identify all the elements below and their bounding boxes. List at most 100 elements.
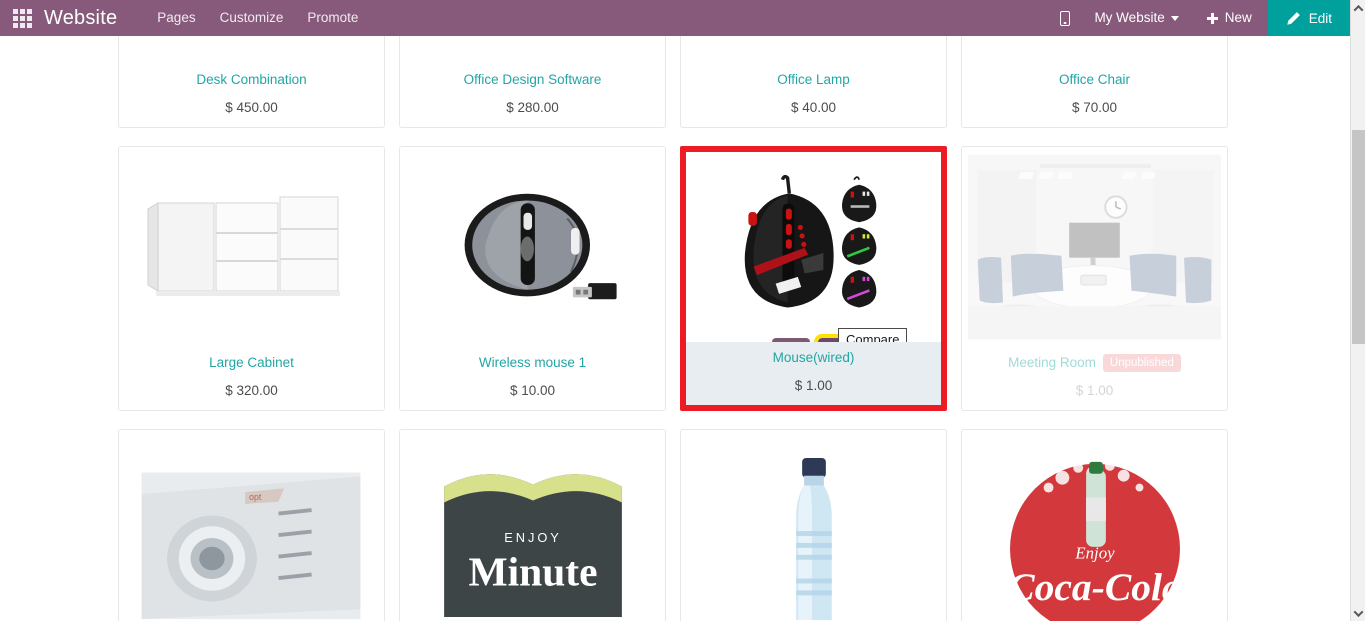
gaming-mouse-image (715, 174, 912, 320)
edit-button[interactable]: Edit (1267, 0, 1350, 36)
large-cabinet-image (141, 167, 362, 327)
product-card[interactable]: Office Chair $ 70.00 (961, 36, 1228, 128)
status-badge: Unpublished (1102, 354, 1181, 372)
chevron-down-icon (1353, 606, 1364, 617)
product-card[interactable]: ENJOY Minute Minute Maid (399, 429, 666, 621)
product-price: $ 1.00 (1075, 383, 1114, 398)
website-page-body: Desk Combination $ 450.00 Z+ Of (0, 36, 1350, 621)
svg-text:ENJOY: ENJOY (504, 529, 562, 544)
product-name[interactable]: Office Design Software (464, 70, 602, 90)
scroll-down-button[interactable] (1351, 605, 1365, 621)
product-name-text: Office Design Software (463, 72, 602, 87)
product-card[interactable]: Office Lamp $ 40.00 (680, 36, 947, 128)
product-name[interactable]: Office Chair (1059, 70, 1130, 90)
desk-combination-image (151, 36, 352, 39)
product-name[interactable]: Large Cabinet (209, 353, 294, 373)
product-name-text: Meeting Room (1008, 355, 1096, 370)
product-name-text: Office Chair (1058, 72, 1131, 87)
top-navbar: Website Pages Customize Promote My Websi… (0, 0, 1350, 36)
office-design-software-image: Z+ (432, 36, 633, 39)
product-price: $ 1.00 (794, 378, 833, 393)
scrollbar-thumb[interactable] (1352, 130, 1365, 344)
product-price: $ 280.00 (506, 100, 559, 115)
svg-text:Enjoy: Enjoy (1074, 543, 1115, 562)
office-lamp-image (713, 36, 914, 39)
compare-tooltip: Compare (838, 328, 908, 342)
product-card-highlighted[interactable]: Compare Mouse(wired) $ 1.00 (680, 146, 947, 411)
product-image-wrap (681, 430, 946, 621)
product-name-text: Large Cabinet (209, 355, 294, 370)
product-name[interactable]: Meeting Room Unpublished (1008, 353, 1181, 373)
product-card-footer: Large Cabinet $ 320.00 (119, 347, 384, 410)
product-card[interactable]: Wireless mouse 1 $ 10.00 (399, 146, 666, 411)
product-image-wrap (400, 147, 665, 347)
product-image-wrap: Compare (686, 152, 941, 342)
site-selector-dropdown[interactable]: My Website (1082, 0, 1190, 36)
water-bottle-image (714, 453, 913, 621)
product-price: $ 320.00 (225, 383, 278, 398)
product-card[interactable]: opt Projector (118, 429, 385, 621)
navbar-right-group: My Website New Edit (1048, 0, 1350, 36)
product-name-text: Office Lamp (777, 72, 850, 87)
svg-text:Minute: Minute (468, 548, 597, 594)
product-name-text: Mouse(wired) (772, 350, 855, 365)
mobile-preview-icon[interactable] (1048, 0, 1082, 36)
new-button-label: New (1224, 10, 1252, 25)
product-image-wrap: ENJOY Minute (400, 430, 665, 621)
office-chair-image (994, 36, 1195, 39)
product-price: $ 70.00 (1071, 100, 1118, 115)
projector-image: opt (139, 454, 364, 621)
product-image-wrap (681, 36, 946, 64)
product-card[interactable]: Desk Combination $ 450.00 (118, 36, 385, 128)
svg-text:opt: opt (249, 491, 262, 501)
chevron-down-icon (1170, 15, 1179, 21)
product-image-wrap (119, 36, 384, 64)
product-name[interactable]: Office Lamp (777, 70, 850, 90)
wireless-mouse-image (428, 171, 637, 323)
product-price: $ 450.00 (225, 100, 278, 115)
product-name[interactable]: Desk Combination (196, 70, 306, 90)
minute-maid-image: ENJOY Minute (433, 458, 632, 617)
site-selector-label: My Website (1094, 10, 1165, 25)
chevron-up-icon (1353, 4, 1364, 15)
product-card-footer: Office Lamp $ 40.00 (681, 64, 946, 127)
product-name-text: Desk Combination (196, 72, 307, 87)
add-to-wishlist-button[interactable] (771, 338, 810, 342)
vertical-scrollbar[interactable] (1350, 0, 1365, 621)
product-card-footer: Mouse(wired) $ 1.00 (686, 342, 941, 405)
product-card[interactable]: Enjoy Coca-Cola Coca-Cola (961, 429, 1228, 621)
product-image-wrap: Enjoy Coca-Cola (962, 430, 1227, 621)
nav-item-customize[interactable]: Customize (208, 0, 296, 36)
app-brand-title[interactable]: Website (44, 7, 117, 30)
product-image-wrap (962, 36, 1227, 64)
product-image-wrap (119, 147, 384, 347)
product-card-footer: Desk Combination $ 450.00 (119, 64, 384, 127)
apps-grid-icon[interactable] (0, 0, 44, 36)
product-card-footer: Office Design Software $ 280.00 (400, 64, 665, 127)
meeting-room-image (968, 154, 1221, 340)
new-button[interactable]: New (1191, 0, 1268, 36)
product-card-footer: Office Chair $ 70.00 (962, 64, 1227, 127)
product-card[interactable]: Z+ Office Design Software $ 280.00 (399, 36, 666, 128)
product-card-footer: Wireless mouse 1 $ 10.00 (400, 347, 665, 410)
product-image-wrap: opt (119, 430, 384, 621)
product-name[interactable]: Wireless mouse 1 (479, 353, 586, 373)
product-card[interactable]: Water Bottle (680, 429, 947, 621)
pencil-icon (1287, 11, 1300, 25)
product-name-text: Wireless mouse 1 (478, 355, 587, 370)
product-image-wrap: Z+ (400, 36, 665, 64)
svg-text:Coca-Cola: Coca-Cola (1008, 565, 1181, 609)
scroll-up-button[interactable] (1351, 0, 1365, 16)
nav-item-promote[interactable]: Promote (295, 0, 370, 36)
product-image-wrap (962, 147, 1227, 347)
product-price: $ 40.00 (790, 100, 837, 115)
edit-button-label: Edit (1308, 10, 1332, 26)
product-name[interactable]: Mouse(wired) (773, 348, 855, 368)
product-card-unpublished[interactable]: Meeting Room Unpublished $ 1.00 (961, 146, 1228, 411)
product-card[interactable]: Large Cabinet $ 320.00 (118, 146, 385, 411)
coca-cola-image: Enjoy Coca-Cola (990, 453, 1199, 621)
product-grid: Desk Combination $ 450.00 Z+ Of (118, 36, 1233, 621)
product-price: $ 10.00 (509, 383, 556, 398)
nav-item-pages[interactable]: Pages (145, 0, 207, 36)
product-card-footer: Meeting Room Unpublished $ 1.00 (962, 347, 1227, 410)
